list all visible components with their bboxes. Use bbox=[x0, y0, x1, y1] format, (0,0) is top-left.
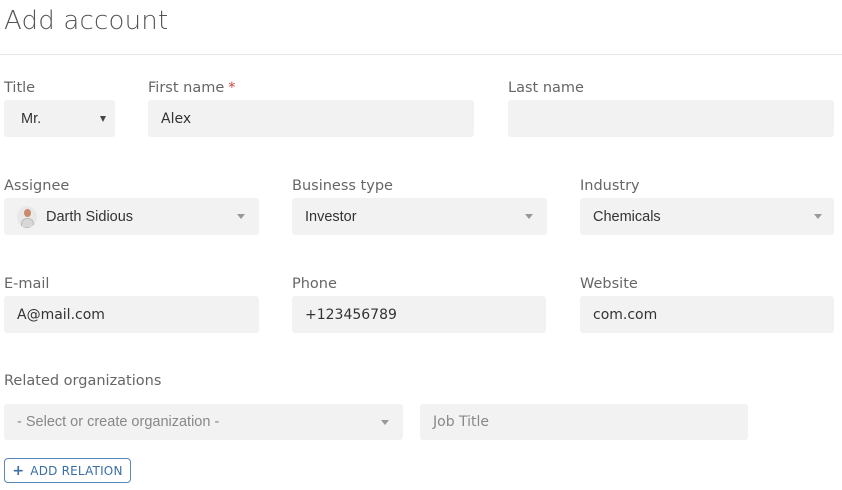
chevron-down-icon bbox=[381, 419, 389, 425]
business-type-select[interactable]: Investor bbox=[292, 198, 547, 235]
required-mark: * bbox=[228, 80, 236, 96]
business-type-value: Investor bbox=[305, 208, 357, 225]
first-name-input[interactable]: Alex bbox=[148, 100, 474, 137]
email-value: A@mail.com bbox=[17, 306, 105, 323]
assignee-value: Darth Sidious bbox=[46, 208, 134, 225]
assignee-select[interactable]: Darth Sidious bbox=[4, 198, 259, 235]
add-relation-button[interactable]: + ADD RELATION bbox=[4, 458, 131, 483]
phone-value: +123456789 bbox=[305, 306, 397, 323]
job-title-input[interactable]: Job Title bbox=[420, 404, 748, 440]
chevron-down-icon bbox=[814, 214, 822, 219]
last-name-input[interactable] bbox=[508, 100, 834, 137]
add-relation-label: ADD RELATION bbox=[30, 463, 123, 478]
chevron-down-icon bbox=[100, 115, 106, 122]
chevron-down-icon bbox=[525, 214, 533, 219]
organization-placeholder: - Select or create organization - bbox=[17, 414, 220, 430]
website-input[interactable]: com.com bbox=[580, 296, 834, 333]
email-label: E-mail bbox=[4, 276, 50, 292]
title-label: Title bbox=[4, 80, 36, 96]
organization-select[interactable]: - Select or create organization - bbox=[4, 404, 403, 440]
job-title-placeholder: Job Title bbox=[433, 414, 490, 430]
phone-input[interactable]: +123456789 bbox=[292, 296, 546, 333]
plus-icon: + bbox=[12, 462, 25, 479]
industry-value: Chemicals bbox=[593, 208, 661, 225]
title-select-value: Mr. bbox=[21, 110, 42, 127]
website-label: Website bbox=[580, 276, 638, 292]
first-name-label-text: First name bbox=[148, 80, 225, 96]
industry-label: Industry bbox=[580, 178, 640, 194]
industry-select[interactable]: Chemicals bbox=[580, 198, 834, 235]
first-name-value: Alex bbox=[161, 110, 192, 127]
phone-label: Phone bbox=[292, 276, 337, 292]
website-value: com.com bbox=[593, 306, 658, 323]
title-divider bbox=[0, 54, 842, 55]
email-input[interactable]: A@mail.com bbox=[4, 296, 259, 333]
assignee-label: Assignee bbox=[4, 178, 70, 194]
chevron-down-icon bbox=[237, 214, 245, 219]
user-avatar-icon bbox=[17, 205, 37, 228]
last-name-label: Last name bbox=[508, 80, 584, 96]
title-select[interactable]: Mr. bbox=[4, 100, 115, 137]
business-type-label: Business type bbox=[292, 178, 393, 194]
first-name-label: First name * bbox=[148, 80, 236, 96]
related-organizations-label: Related organizations bbox=[4, 373, 162, 389]
page-title: Add account bbox=[4, 6, 169, 36]
